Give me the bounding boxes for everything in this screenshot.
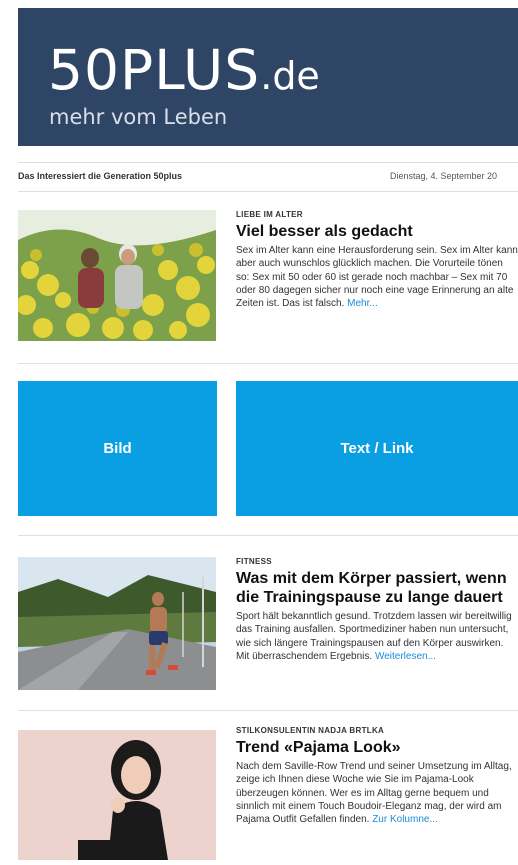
article-text: FITNESS Was mit dem Körper passiert, wen…	[236, 557, 518, 663]
topbar-date: Dienstag, 4. September 20	[390, 171, 498, 181]
divider	[18, 710, 518, 711]
article-liebe-im-alter: LIEBE IM ALTER Viel besser als gedacht S…	[18, 210, 518, 360]
site-header: 50PLUS.de mehr vom Leben	[18, 8, 518, 146]
logo-suffix: .de	[260, 54, 320, 98]
image-placeholder-label: Bild	[103, 440, 132, 457]
article-headline[interactable]: Was mit dem Körper passiert, wenn die Tr…	[236, 569, 518, 607]
more-link[interactable]: Mehr...	[347, 298, 378, 309]
image-placeholder[interactable]: Bild	[18, 381, 217, 516]
runner-photo[interactable]	[18, 557, 216, 690]
text-link-placeholder-label: Text / Link	[340, 440, 414, 457]
article-headline[interactable]: Viel besser als gedacht	[236, 222, 518, 241]
article-body: Nach dem Saville-Row Trend und seiner Um…	[236, 760, 518, 826]
couple-in-field-photo[interactable]	[18, 210, 216, 341]
newsletter-topbar: Das Interessiert die Generation 50plus D…	[18, 162, 518, 192]
article-headline[interactable]: Trend «Pajama Look»	[236, 738, 518, 757]
more-link[interactable]: Zur Kolumne...	[372, 814, 438, 825]
article-kicker: LIEBE IM ALTER	[236, 210, 303, 219]
article-kicker: STILKONSULENTIN NADJA BRTLKA	[236, 726, 385, 735]
site-tagline: mehr vom Leben	[49, 105, 228, 129]
article-text: STILKONSULENTIN NADJA BRTLKA Trend «Paja…	[236, 726, 518, 826]
topbar-intro: Das Interessiert die Generation 50plus	[18, 171, 183, 181]
article-body: Sex im Alter kann eine Herausforderung s…	[236, 244, 518, 310]
article-stilkonsulentin: STILKONSULENTIN NADJA BRTLKA Trend «Paja…	[18, 726, 518, 865]
woman-portrait-photo[interactable]	[18, 730, 216, 860]
article-fitness: FITNESS Was mit dem Körper passiert, wen…	[18, 557, 518, 697]
logo-main: 50PLUS	[48, 38, 261, 102]
divider	[18, 535, 518, 536]
article-text: LIEBE IM ALTER Viel besser als gedacht S…	[236, 210, 518, 310]
article-kicker: FITNESS	[236, 557, 272, 566]
site-logo[interactable]: 50PLUS.de	[48, 38, 320, 102]
text-link-placeholder[interactable]: Text / Link	[236, 381, 518, 516]
article-body: Sport hält bekanntlich gesund. Trotzdem …	[236, 610, 518, 663]
article-body-text: Sport hält bekanntlich gesund. Trotzdem …	[236, 611, 512, 662]
divider	[18, 363, 518, 364]
more-link[interactable]: Weiterlesen...	[375, 651, 436, 662]
